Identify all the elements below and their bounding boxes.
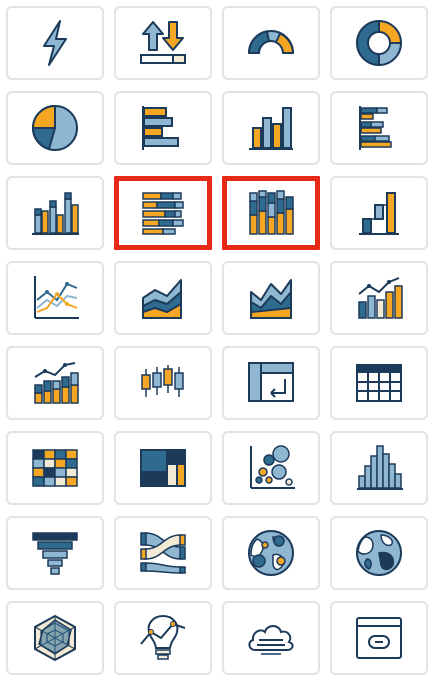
- combo-chart-tile[interactable]: [330, 261, 428, 335]
- waterfall-icon: [351, 185, 407, 241]
- funnel-icon: [27, 525, 83, 581]
- column-chart-tile[interactable]: [222, 91, 320, 165]
- treemap-tile[interactable]: [114, 431, 212, 505]
- gauge-tile[interactable]: [222, 6, 320, 80]
- globe-icon: [351, 525, 407, 581]
- area-icon: [135, 270, 191, 326]
- bubble-map-tile[interactable]: [222, 516, 320, 590]
- pie-chart-tile[interactable]: [6, 91, 104, 165]
- line-icon: [27, 270, 83, 326]
- column-icon: [243, 100, 299, 156]
- cloud-icon: [243, 610, 299, 666]
- horizontal-grouped-bar-chart-tile[interactable]: [330, 91, 428, 165]
- waterfall-chart-tile[interactable]: [330, 176, 428, 250]
- stacked-area-icon: [243, 270, 299, 326]
- combo-stacked-chart-tile[interactable]: [6, 346, 104, 420]
- visualization-palette: [6, 6, 428, 675]
- donut-icon: [351, 15, 407, 71]
- treemap-icon: [135, 440, 191, 496]
- stacked-column-icon: [243, 185, 299, 241]
- grouped-column-chart-tile[interactable]: [6, 176, 104, 250]
- table-tile[interactable]: [330, 346, 428, 420]
- radar-icon: [27, 610, 83, 666]
- funnel-chart-tile[interactable]: [6, 516, 104, 590]
- sankey-icon: [135, 525, 191, 581]
- radar-chart-tile[interactable]: [6, 601, 104, 675]
- box-plot-icon: [135, 355, 191, 411]
- lightning-icon: [27, 15, 83, 71]
- kpi-lightning-tile[interactable]: [6, 6, 104, 80]
- horizontal-bar-chart-tile[interactable]: [114, 91, 212, 165]
- pie-icon: [27, 100, 83, 156]
- line-chart-tile[interactable]: [6, 261, 104, 335]
- grouped-bar-icon: [351, 100, 407, 156]
- combo-stacked-icon: [27, 355, 83, 411]
- grouped-column-icon: [27, 185, 83, 241]
- pivot-table-icon: [243, 355, 299, 411]
- heatmap-icon: [27, 440, 83, 496]
- sankey-diagram-tile[interactable]: [114, 516, 212, 590]
- combo-icon: [351, 270, 407, 326]
- histogram-tile[interactable]: [330, 431, 428, 505]
- histogram-icon: [351, 440, 407, 496]
- web-link-icon: [351, 610, 407, 666]
- donut-chart-tile[interactable]: [330, 6, 428, 80]
- stacked-area-chart-tile[interactable]: [222, 261, 320, 335]
- insight-tile[interactable]: [114, 601, 212, 675]
- import-export-tile[interactable]: [114, 6, 212, 80]
- area-chart-tile[interactable]: [114, 261, 212, 335]
- stacked-bar-icon: [135, 185, 191, 241]
- box-plot-tile[interactable]: [114, 346, 212, 420]
- horizontal-bar-icon: [135, 100, 191, 156]
- lightbulb-icon: [135, 610, 191, 666]
- pivot-table-tile[interactable]: [222, 346, 320, 420]
- bubble-icon: [243, 440, 299, 496]
- choropleth-map-tile[interactable]: [330, 516, 428, 590]
- heatmap-tile[interactable]: [6, 431, 104, 505]
- up-down-arrows-icon: [135, 15, 191, 71]
- cloud-data-tile[interactable]: [222, 601, 320, 675]
- globe-bubbles-icon: [243, 525, 299, 581]
- bubble-chart-tile[interactable]: [222, 431, 320, 505]
- stacked-bar-chart-tile[interactable]: [114, 176, 212, 250]
- gauge-icon: [243, 15, 299, 71]
- embed-web-tile[interactable]: [330, 601, 428, 675]
- stacked-column-chart-tile[interactable]: [222, 176, 320, 250]
- table-icon: [351, 355, 407, 411]
